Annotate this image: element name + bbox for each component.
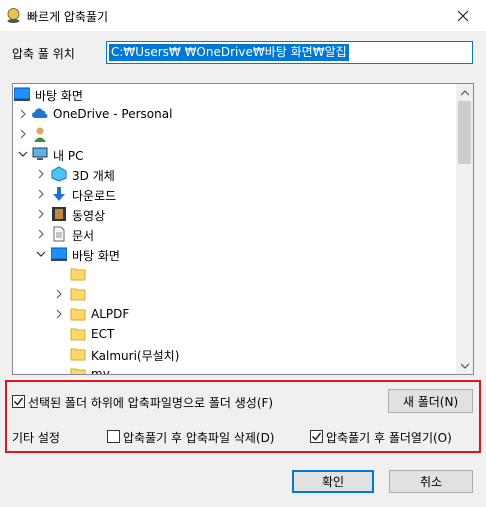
tree-item-videos[interactable]: 동영상 <box>13 204 457 224</box>
tree-item-3d-objects[interactable]: 3D 개체 <box>13 164 457 184</box>
path-value: C:₩Users₩ ₩OneDrive₩바탕 화면₩알집 <box>109 44 349 61</box>
video-icon <box>52 207 66 221</box>
close-button[interactable] <box>440 0 486 31</box>
title-bar: 빠르게 압축풀기 <box>0 0 486 31</box>
document-icon <box>53 226 65 242</box>
chevron-down-icon[interactable] <box>18 149 28 159</box>
tree-item-user[interactable] <box>13 124 457 144</box>
tree-item-alpdf[interactable]: ALPDF <box>13 304 457 324</box>
tree-item-desktop[interactable]: 바탕 화면 <box>13 84 457 104</box>
create-folder-checkbox[interactable] <box>12 395 25 408</box>
chevron-up-icon <box>460 89 469 95</box>
user-icon <box>34 127 46 142</box>
ok-button[interactable]: 확인 <box>292 470 374 493</box>
folder-icon <box>70 268 86 281</box>
open-folder-checkbox[interactable] <box>310 430 323 443</box>
scroll-down-button[interactable] <box>456 357 473 374</box>
tree-item-documents[interactable]: 문서 <box>13 224 457 244</box>
window-title: 빠르게 압축풀기 <box>27 10 109 24</box>
download-icon <box>53 187 65 201</box>
tree-item-folder[interactable] <box>13 264 457 284</box>
tree-item-onedrive[interactable]: OneDrive - Personal <box>13 104 457 124</box>
path-input[interactable]: C:₩Users₩ ₩OneDrive₩바탕 화면₩알집 <box>106 41 473 64</box>
scroll-thumb[interactable] <box>458 101 471 164</box>
cloud-icon <box>32 108 48 118</box>
tree-item-my[interactable]: my <box>13 364 457 374</box>
tree-scrollbar[interactable] <box>456 84 473 374</box>
chevron-right-icon[interactable] <box>36 169 46 179</box>
chevron-right-icon[interactable] <box>18 109 28 119</box>
folder-icon <box>70 308 86 321</box>
create-folder-label[interactable]: 선택된 폴더 하위에 압축파일명으로 폴더 생성(F) <box>28 394 273 411</box>
open-folder-label[interactable]: 압축풀기 후 폴더열기(O) <box>326 429 452 446</box>
folder-tree[interactable]: 바탕 화면 OneDrive - Personal 내 PC 3D 개체 다운로… <box>12 83 474 375</box>
chevron-down-icon <box>460 363 469 369</box>
folder-icon <box>70 328 86 341</box>
tree-item-ect[interactable]: ECT <box>13 324 457 344</box>
other-settings-label: 기타 설정 <box>12 431 60 445</box>
app-icon <box>6 8 21 23</box>
tree-item-this-pc[interactable]: 내 PC <box>13 144 457 164</box>
new-folder-button[interactable]: 새 폴더(N) <box>388 389 473 413</box>
delete-after-checkbox[interactable] <box>107 430 120 443</box>
tree-item-downloads[interactable]: 다운로드 <box>13 184 457 204</box>
folder-icon <box>70 368 86 374</box>
folder-icon <box>70 348 86 361</box>
folder-icon <box>70 288 86 301</box>
desktop-icon <box>14 87 30 101</box>
tree-item-pc-desktop[interactable]: 바탕 화면 <box>13 244 457 264</box>
computer-icon <box>32 147 48 160</box>
checkmark-icon <box>311 432 322 441</box>
cancel-button[interactable]: 취소 <box>389 470 473 493</box>
close-icon <box>457 10 469 21</box>
chevron-down-icon[interactable] <box>36 249 46 259</box>
3d-objects-icon <box>51 166 67 182</box>
chevron-right-icon[interactable] <box>18 129 28 139</box>
chevron-right-icon[interactable] <box>36 189 46 199</box>
tree-item-kalmuri[interactable]: Kalmuri(무설치) <box>13 344 457 364</box>
tree-item-folder[interactable] <box>13 284 457 304</box>
chevron-right-icon[interactable] <box>54 309 64 319</box>
chevron-right-icon[interactable] <box>36 229 46 239</box>
scroll-up-button[interactable] <box>456 84 473 101</box>
path-label: 압축 풀 위치 <box>12 47 75 61</box>
checkmark-icon <box>13 397 24 406</box>
chevron-right-icon[interactable] <box>54 289 64 299</box>
delete-after-label[interactable]: 압축풀기 후 압축파일 삭제(D) <box>123 429 275 446</box>
desktop-icon <box>51 247 67 261</box>
chevron-right-icon[interactable] <box>36 209 46 219</box>
